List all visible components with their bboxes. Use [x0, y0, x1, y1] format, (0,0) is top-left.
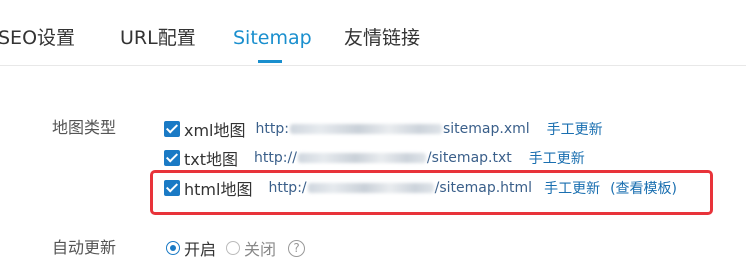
url-suffix: /sitemap.txt	[426, 150, 512, 166]
url-prefix: http://	[254, 150, 297, 166]
tab-url-config[interactable]: URL配置	[120, 26, 196, 50]
url-prefix: http:	[255, 121, 289, 137]
xml-manual-update-link[interactable]: 手工更新	[547, 119, 603, 139]
map-type-label: 地图类型	[52, 118, 117, 137]
auto-update-options: 开启 关闭 ?	[166, 237, 306, 259]
txt-sitemap-url[interactable]: http:// /sitemap.txt	[254, 150, 512, 166]
tab-friend-links[interactable]: 友情链接	[344, 26, 420, 50]
redacted-domain	[289, 124, 442, 134]
redacted-domain	[297, 153, 426, 163]
help-icon[interactable]: ?	[288, 239, 306, 257]
xml-map-label: xml地图	[184, 121, 246, 140]
active-tab-indicator	[258, 60, 282, 63]
tab-divider	[0, 65, 746, 66]
auto-update-on-label: 开启	[184, 240, 217, 259]
map-type-row-xml: xml地图 http: sitemap.xml 手工更新	[164, 118, 603, 140]
xml-sitemap-url[interactable]: http: sitemap.xml	[256, 121, 530, 137]
tab-sitemap[interactable]: Sitemap	[233, 26, 312, 50]
highlight-annotation	[150, 170, 713, 215]
tab-seo-settings[interactable]: SEO设置	[0, 26, 75, 50]
auto-update-label: 自动更新	[52, 238, 117, 257]
auto-update-off-label: 关闭	[244, 240, 277, 259]
xml-map-checkbox[interactable]	[164, 121, 180, 137]
txt-map-checkbox[interactable]	[164, 150, 180, 166]
url-suffix: sitemap.xml	[442, 121, 530, 137]
map-type-row-txt: txt地图 http:// /sitemap.txt 手工更新	[164, 147, 585, 169]
txt-map-label: txt地图	[184, 150, 239, 169]
auto-update-off-radio[interactable]	[226, 241, 241, 255]
txt-manual-update-link[interactable]: 手工更新	[529, 148, 585, 168]
auto-update-on-radio[interactable]	[166, 241, 180, 255]
